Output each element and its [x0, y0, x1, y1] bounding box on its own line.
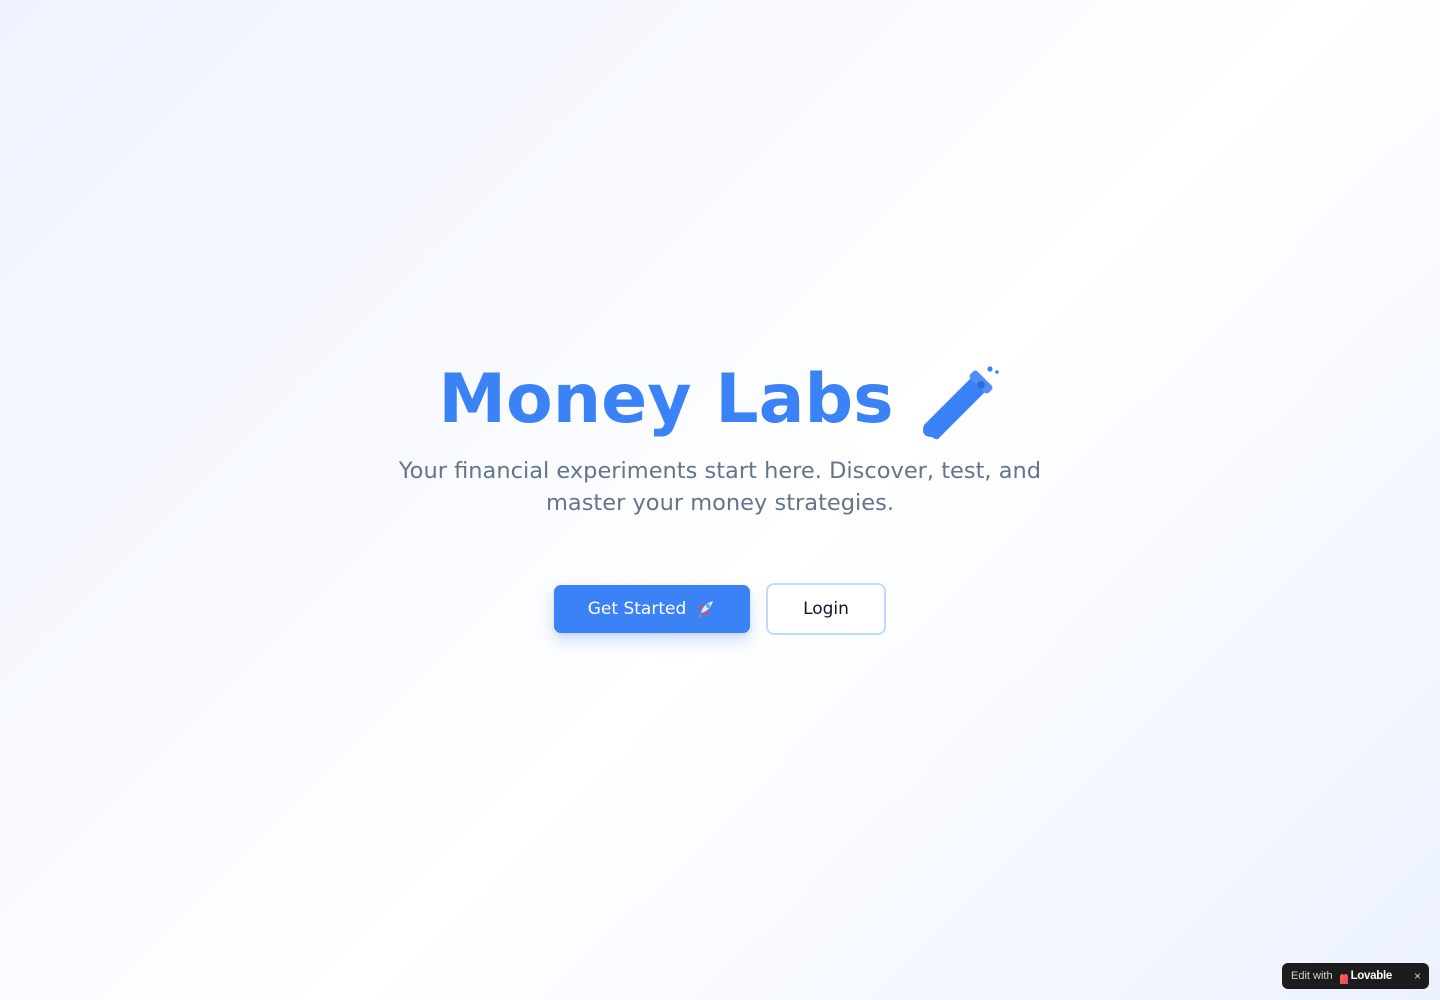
hero-section: Money Labs Your financial experiments st…	[0, 355, 1440, 635]
edit-with-lovable-badge[interactable]: Edit with Lovable ×	[1282, 963, 1429, 989]
page-subtitle: Your financial experiments start here. D…	[398, 458, 1042, 516]
close-icon[interactable]: ×	[1414, 968, 1421, 984]
rocket-icon	[694, 598, 716, 620]
get-started-button[interactable]: Get Started	[554, 585, 750, 633]
login-button[interactable]: Login	[766, 583, 886, 635]
title-row: Money Labs	[0, 355, 1440, 445]
page-title: Money Labs	[438, 360, 894, 439]
get-started-label: Get Started	[587, 599, 687, 619]
hero-actions: Get Started Login	[0, 583, 1440, 635]
test-tube-icon	[918, 363, 1002, 441]
badge-brand: Lovable	[1350, 970, 1393, 982]
badge-prefix: Edit with	[1291, 970, 1333, 982]
heart-icon	[1339, 971, 1349, 984]
